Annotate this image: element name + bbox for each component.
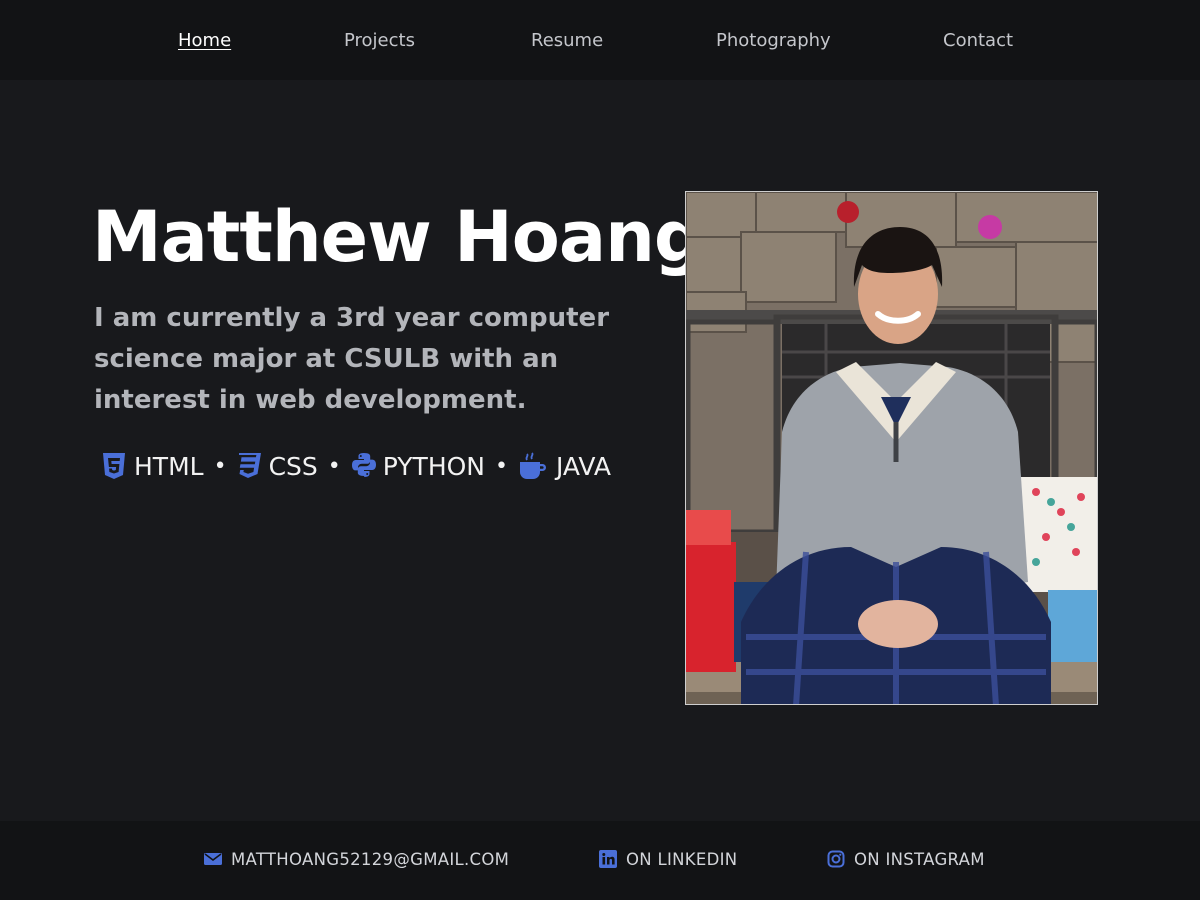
skill-python: PYTHON — [351, 452, 485, 481]
nav-home-link[interactable]: Home — [178, 28, 231, 54]
nav-contact-link[interactable]: Contact — [943, 28, 1013, 54]
linkedin-label: ON LINKEDIN — [626, 849, 738, 869]
skill-python-label: PYTHON — [382, 451, 485, 481]
nav-resume-link[interactable]: Resume — [531, 28, 603, 54]
instagram-label: ON INSTAGRAM — [854, 849, 985, 869]
skills-list: HTML • CSS • PYTHON • JAVA — [102, 446, 611, 486]
html5-icon — [102, 452, 126, 480]
skill-separator: • — [327, 453, 341, 479]
skill-java-label: JAVA — [555, 451, 612, 481]
nav-photography-link[interactable]: Photography — [716, 28, 831, 54]
python-icon — [351, 452, 376, 480]
skill-css-label: CSS — [268, 451, 318, 481]
email-label: MATTHOANG52129@GMAIL.COM — [231, 849, 510, 869]
hero-name: Matthew Hoang — [92, 196, 704, 278]
envelope-icon — [204, 850, 222, 868]
skill-separator: • — [495, 453, 508, 479]
skill-html-label: HTML — [134, 451, 204, 481]
css3-icon — [237, 452, 261, 480]
linkedin-link[interactable]: ON LINKEDIN — [599, 847, 737, 871]
instagram-link[interactable]: ON INSTAGRAM — [827, 847, 985, 871]
nav-projects-link[interactable]: Projects — [344, 28, 415, 54]
hero-bio: I am currently a 3rd year computer scien… — [94, 303, 610, 415]
java-coffee-icon — [518, 452, 548, 480]
portrait-photo — [685, 191, 1098, 705]
skill-separator: • — [213, 453, 227, 479]
instagram-icon — [827, 850, 845, 868]
email-link[interactable]: MATTHOANG52129@GMAIL.COM — [204, 847, 509, 871]
skill-html: HTML — [102, 452, 204, 481]
linkedin-icon — [599, 850, 617, 868]
skill-java: JAVA — [518, 452, 611, 481]
skill-css: CSS — [237, 452, 318, 481]
top-navigation: Home Projects Resume Photography Contact — [0, 0, 1200, 80]
